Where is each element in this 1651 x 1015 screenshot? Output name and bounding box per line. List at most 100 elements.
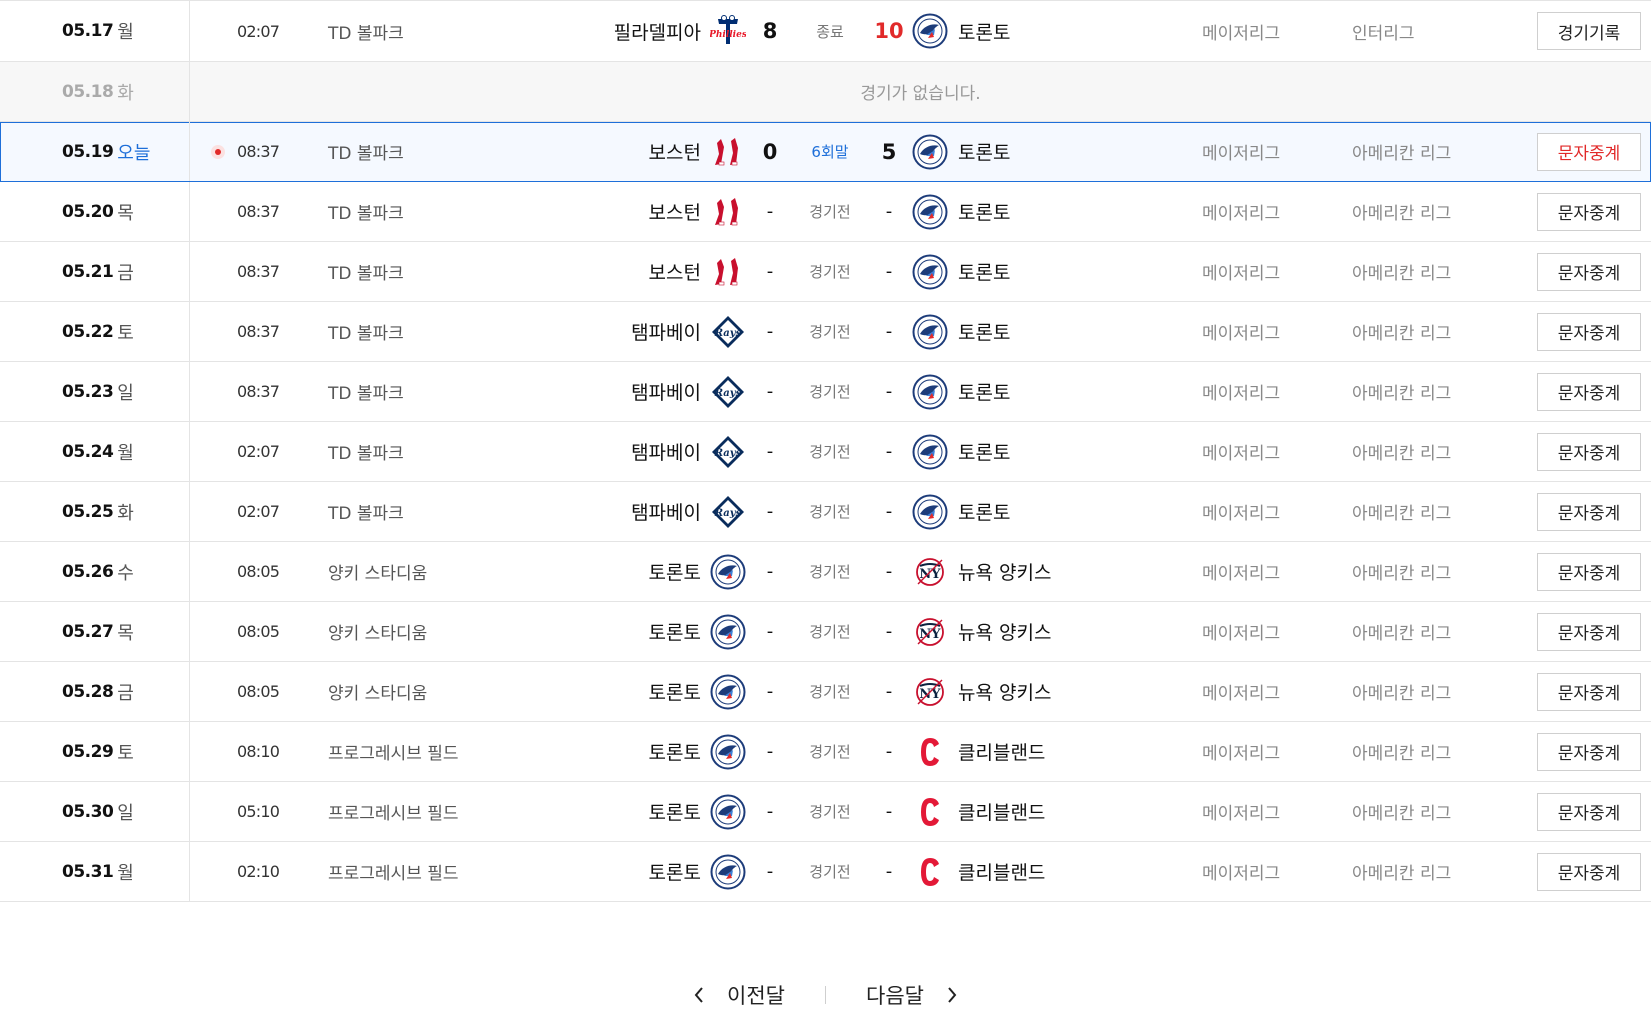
yankees-logo-icon[interactable]: NY bbox=[912, 614, 948, 650]
home-score: - bbox=[885, 441, 893, 462]
text-broadcast-button[interactable]: 문자중계 bbox=[1537, 792, 1641, 831]
rays-logo-icon[interactable]: Rays bbox=[710, 494, 746, 530]
redsox-logo-icon[interactable] bbox=[710, 254, 746, 290]
guardians-logo-icon[interactable] bbox=[912, 734, 948, 770]
bluejays-logo-icon[interactable] bbox=[912, 13, 948, 49]
next-month-link[interactable]: 다음달 bbox=[854, 980, 970, 1010]
game-status: 경기전 bbox=[809, 863, 851, 881]
text-broadcast-button[interactable]: 문자중계 bbox=[1537, 372, 1641, 411]
league-name: 메이저리그 bbox=[1202, 804, 1281, 824]
away-team-name[interactable]: 토론토 bbox=[649, 782, 701, 841]
away-team-name[interactable]: 탬파베이 bbox=[631, 422, 701, 481]
game-row: 05.29 토 08:10 프로그레시브 필드 토론토 - 경기전 - 클리블랜드 메이저리그 아메… bbox=[0, 722, 1651, 782]
bluejays-logo-icon[interactable] bbox=[912, 254, 948, 290]
text-broadcast-button[interactable]: 문자중계 bbox=[1537, 672, 1641, 711]
game-time: 08:37 bbox=[237, 262, 280, 281]
bluejays-logo-icon[interactable] bbox=[710, 614, 746, 650]
away-team-name[interactable]: 보스턴 bbox=[649, 182, 701, 241]
rays-logo-icon[interactable]: Rays bbox=[710, 314, 746, 350]
home-score: - bbox=[885, 261, 893, 282]
text-broadcast-button[interactable]: 문자중계 bbox=[1537, 492, 1641, 531]
text-broadcast-button[interactable]: 문자중계 bbox=[1537, 732, 1641, 771]
away-team-name[interactable]: 보스턴 bbox=[649, 242, 701, 301]
bluejays-logo-icon[interactable] bbox=[710, 734, 746, 770]
stadium-name: 양키 스타디움 bbox=[328, 684, 428, 704]
text-broadcast-button[interactable]: 문자중계 bbox=[1537, 312, 1641, 351]
game-record-button[interactable]: 경기기록 bbox=[1537, 12, 1641, 50]
bluejays-logo-icon[interactable] bbox=[710, 794, 746, 830]
away-team-name[interactable]: 탬파베이 bbox=[631, 362, 701, 421]
text-broadcast-button[interactable]: 문자중계 bbox=[1537, 252, 1641, 291]
away-team-name[interactable]: 보스턴 bbox=[649, 122, 701, 181]
redsox-logo-icon[interactable] bbox=[710, 134, 746, 170]
game-status: 경기전 bbox=[809, 203, 851, 221]
guardians-logo-icon[interactable] bbox=[912, 794, 948, 830]
league-name: 메이저리그 bbox=[1202, 264, 1281, 284]
bluejays-logo-icon[interactable] bbox=[912, 134, 948, 170]
guardians-logo-icon[interactable] bbox=[912, 854, 948, 890]
division-name: 아메리칸 리그 bbox=[1352, 264, 1452, 284]
text-broadcast-button[interactable]: 문자중계 bbox=[1537, 852, 1641, 891]
game-row: 05.19 오늘 08:37 TD 볼파크 보스턴 0 6회말 5 토론토 메이저리그 아메리칸 리… bbox=[0, 122, 1651, 182]
rays-logo-icon[interactable]: Rays bbox=[710, 434, 746, 470]
home-team-name[interactable]: 토론토 bbox=[958, 482, 1010, 541]
away-team-name[interactable]: 토론토 bbox=[649, 662, 701, 721]
stadium-name: 프로그레시브 필드 bbox=[328, 804, 459, 824]
phillies-logo-icon[interactable]: Phillies bbox=[710, 13, 746, 49]
game-status: 6회말 bbox=[811, 143, 849, 161]
bluejays-logo-icon[interactable] bbox=[912, 194, 948, 230]
bluejays-logo-icon[interactable] bbox=[912, 314, 948, 350]
day-of-week: 목 bbox=[117, 622, 134, 644]
day-of-week: 토 bbox=[117, 322, 134, 344]
game-row: 05.21 금 08:37 TD 볼파크 보스턴 - 경기전 - 토론토 메이저리그 아메리칸 리그… bbox=[0, 242, 1651, 302]
home-score: - bbox=[885, 681, 893, 702]
home-team-name[interactable]: 뉴욕 양키스 bbox=[958, 542, 1051, 601]
date-cell: 05.26 수 bbox=[0, 542, 190, 601]
home-team-name[interactable]: 토론토 bbox=[958, 242, 1010, 301]
league-name: 메이저리그 bbox=[1202, 144, 1281, 164]
division-name: 아메리칸 리그 bbox=[1352, 324, 1452, 344]
game-time: 02:07 bbox=[237, 442, 280, 461]
home-team-name[interactable]: 클리블랜드 bbox=[958, 722, 1045, 781]
home-team-name[interactable]: 토론토 bbox=[958, 1, 1010, 61]
home-team-name[interactable]: 토론토 bbox=[958, 362, 1010, 421]
home-team-name[interactable]: 토론토 bbox=[958, 182, 1010, 241]
chevron-right-icon bbox=[948, 987, 957, 1003]
away-team-name[interactable]: 토론토 bbox=[649, 542, 701, 601]
home-team-name[interactable]: 뉴욕 양키스 bbox=[958, 602, 1051, 661]
rays-logo-icon[interactable]: Rays bbox=[710, 374, 746, 410]
game-status: 경기전 bbox=[809, 563, 851, 581]
svg-text:Rays: Rays bbox=[714, 328, 742, 339]
text-broadcast-button[interactable]: 문자중계 bbox=[1537, 132, 1641, 171]
text-broadcast-button[interactable]: 문자중계 bbox=[1537, 432, 1641, 471]
bluejays-logo-icon[interactable] bbox=[912, 434, 948, 470]
game-row: 05.30 일 05:10 프로그레시브 필드 토론토 - 경기전 - 클리블랜드 메이저리그 아메… bbox=[0, 782, 1651, 842]
home-team-name[interactable]: 클리블랜드 bbox=[958, 782, 1045, 841]
yankees-logo-icon[interactable]: NY bbox=[912, 674, 948, 710]
away-team-name[interactable]: 탬파베이 bbox=[631, 482, 701, 541]
home-team-name[interactable]: 클리블랜드 bbox=[958, 842, 1045, 901]
prev-month-link[interactable]: 이전달 bbox=[681, 980, 797, 1010]
away-team-name[interactable]: 필라델피아 bbox=[614, 1, 701, 61]
bluejays-logo-icon[interactable] bbox=[912, 374, 948, 410]
away-team-name[interactable]: 토론토 bbox=[649, 602, 701, 661]
bluejays-logo-icon[interactable] bbox=[912, 494, 948, 530]
home-team-name[interactable]: 뉴욕 양키스 bbox=[958, 662, 1051, 721]
redsox-logo-icon[interactable] bbox=[710, 194, 746, 230]
bluejays-logo-icon[interactable] bbox=[710, 554, 746, 590]
day-of-week: 오늘 bbox=[117, 142, 151, 164]
text-broadcast-button[interactable]: 문자중계 bbox=[1537, 552, 1641, 591]
text-broadcast-button[interactable]: 문자중계 bbox=[1537, 612, 1641, 651]
day-of-week: 금 bbox=[117, 682, 134, 704]
away-team-name[interactable]: 토론토 bbox=[649, 842, 701, 901]
yankees-logo-icon[interactable]: NY bbox=[912, 554, 948, 590]
text-broadcast-button[interactable]: 문자중계 bbox=[1537, 192, 1641, 231]
home-team-name[interactable]: 토론토 bbox=[958, 302, 1010, 361]
bluejays-logo-icon[interactable] bbox=[710, 854, 746, 890]
home-team-name[interactable]: 토론토 bbox=[958, 122, 1010, 181]
home-team-name[interactable]: 토론토 bbox=[958, 422, 1010, 481]
league-name: 메이저리그 bbox=[1202, 384, 1281, 404]
away-team-name[interactable]: 토론토 bbox=[649, 722, 701, 781]
away-team-name[interactable]: 탬파베이 bbox=[631, 302, 701, 361]
bluejays-logo-icon[interactable] bbox=[710, 674, 746, 710]
